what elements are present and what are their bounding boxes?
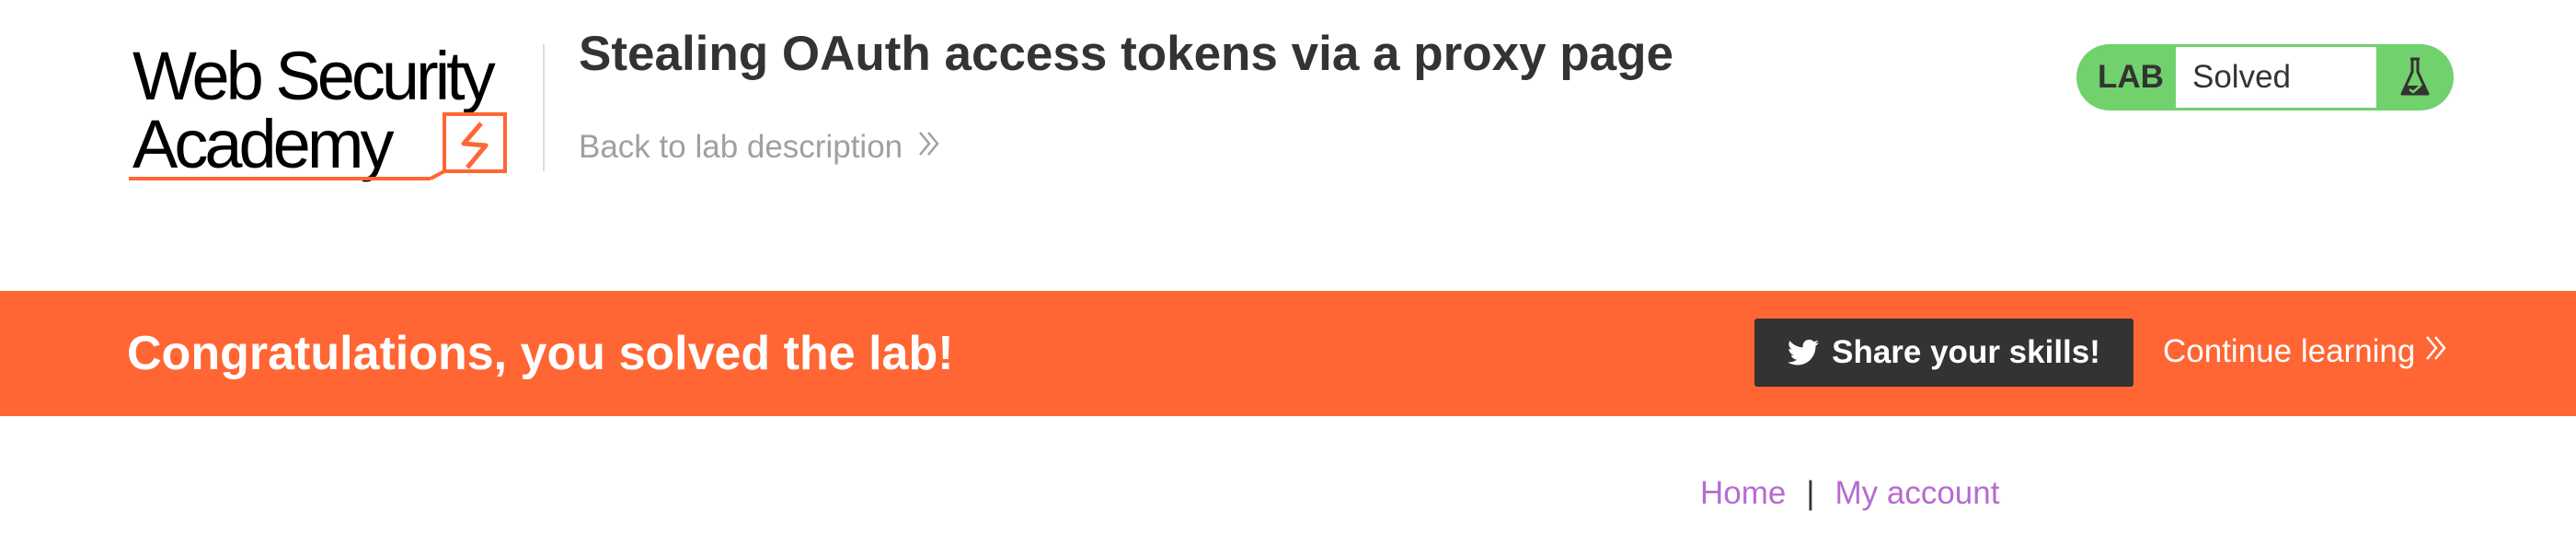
- logo-divider: [543, 44, 545, 171]
- double-chevron-right-icon: [2424, 333, 2448, 370]
- continue-learning-label: Continue learning: [2163, 333, 2416, 369]
- twitter-icon: [1788, 339, 1820, 366]
- continue-learning-link[interactable]: Continue learning: [2163, 333, 2448, 370]
- home-link[interactable]: Home: [1700, 475, 1786, 512]
- lab-status-widget: LAB Solved: [2076, 44, 2454, 110]
- my-account-link[interactable]: My account: [1834, 475, 1999, 512]
- svg-text:Academy: Academy: [132, 106, 394, 182]
- double-chevron-right-icon: [917, 129, 941, 166]
- back-link-label: Back to lab description: [579, 129, 903, 165]
- nav-separator: |: [1806, 475, 1815, 511]
- flask-icon: [2376, 44, 2454, 110]
- web-security-academy-logo[interactable]: Web Security Academy: [127, 39, 543, 190]
- lab-header: Web Security Academy Stealing OAuth acce…: [0, 0, 2576, 291]
- share-skills-button[interactable]: Share your skills!: [1754, 319, 2133, 387]
- lab-title: Stealing OAuth access tokens via a proxy…: [579, 27, 1673, 81]
- svg-text:Web Security: Web Security: [132, 39, 496, 114]
- congratulations-message: Congratulations, you solved the lab!: [127, 327, 954, 380]
- share-skills-label: Share your skills!: [1832, 334, 2100, 370]
- back-to-lab-description-link[interactable]: Back to lab description: [579, 129, 941, 166]
- lab-status-label: LAB: [2098, 59, 2164, 95]
- congratulations-banner: Congratulations, you solved the lab! Sha…: [0, 291, 2576, 416]
- account-nav: Home | My account: [1700, 475, 1999, 512]
- lab-status-value: Solved: [2176, 47, 2376, 108]
